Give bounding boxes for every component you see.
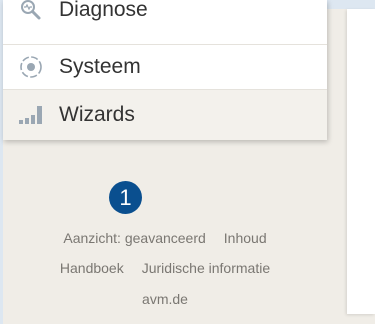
- manual-link[interactable]: Handboek: [60, 260, 124, 276]
- sidebar-item-label: Wizards: [59, 103, 135, 126]
- sidebar-item-diagnose[interactable]: Diagnose: [3, 0, 327, 32]
- footer-row-3: avm.de: [3, 291, 327, 307]
- sidebar-menu: Diagnose Systeem Wizards: [3, 0, 327, 140]
- footer-row-1: Aanzicht: geavanceerd Inhoud: [3, 230, 327, 246]
- website-link[interactable]: avm.de: [142, 291, 188, 307]
- legal-link[interactable]: Juridische informatie: [142, 260, 270, 276]
- diagnose-icon: [3, 0, 59, 23]
- systeem-icon: [3, 54, 59, 80]
- info-badge[interactable]: 1: [109, 181, 142, 214]
- sidebar-item-wizards[interactable]: Wizards: [3, 89, 327, 140]
- sidebar-item-label: Systeem: [59, 54, 141, 78]
- sidebar-item-label: Diagnose: [59, 0, 148, 21]
- badge-count: 1: [119, 184, 132, 210]
- wizards-icon: [3, 103, 59, 127]
- footer-row-2: Handboek Juridische informatie: [3, 260, 327, 276]
- contents-link[interactable]: Inhoud: [224, 230, 267, 246]
- view-mode-link[interactable]: Aanzicht: geavanceerd: [63, 230, 205, 246]
- main-content-panel: [347, 9, 375, 314]
- sidebar-item-systeem[interactable]: Systeem: [3, 44, 327, 88]
